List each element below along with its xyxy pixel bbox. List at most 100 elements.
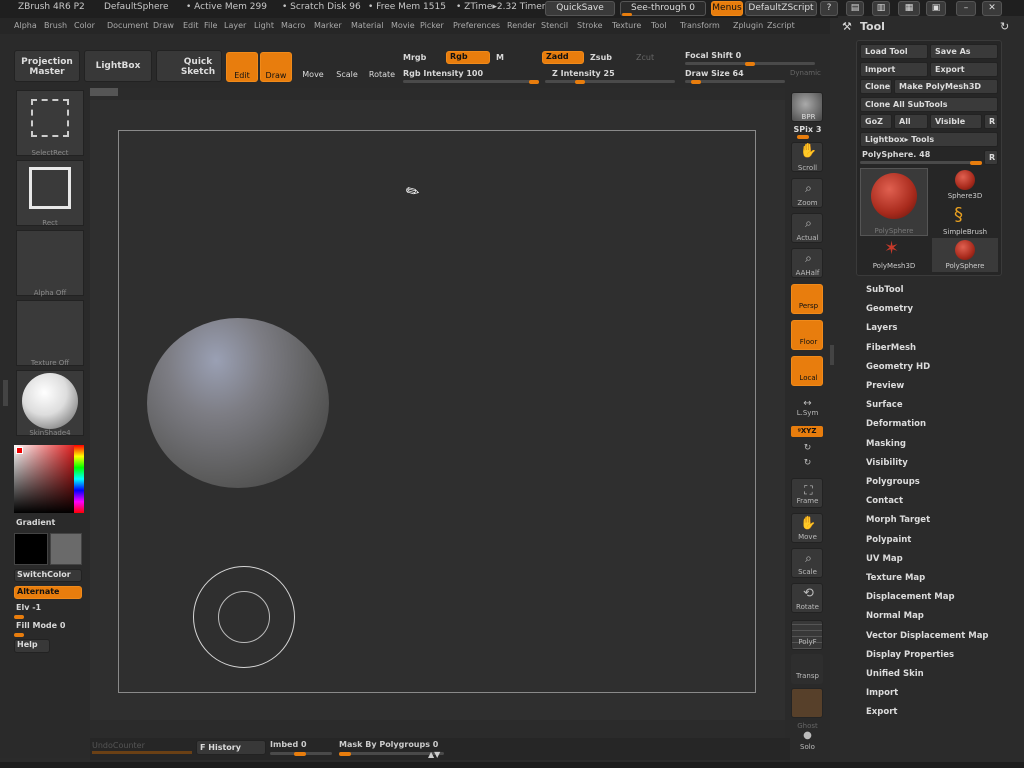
dynamic-button[interactable]: Dynamic [790, 69, 821, 77]
bpr-button[interactable]: BPR [791, 92, 823, 122]
focal-shift-knob[interactable] [745, 62, 755, 66]
menu-item-texture[interactable]: Texture [612, 21, 641, 30]
tool-section-vector-displacement-map[interactable]: Vector Displacement Map [866, 631, 989, 641]
menu-item-tool[interactable]: Tool [651, 21, 667, 30]
menu-item-picker[interactable]: Picker [420, 21, 444, 30]
mask-polygroups-label[interactable]: Mask By Polygroups 0 [339, 740, 438, 749]
fill-mode-knob[interactable] [14, 633, 24, 637]
tool-section-visibility[interactable]: Visibility [866, 458, 908, 468]
zadd-button[interactable]: Zadd [542, 51, 584, 64]
menu-item-zscript[interactable]: Zscript [767, 21, 795, 30]
mask-polygroups-knob[interactable] [339, 752, 351, 756]
close-icon[interactable]: ✕ [982, 1, 1002, 16]
tool-section-contact[interactable]: Contact [866, 496, 903, 506]
quicksave-button[interactable]: QuickSave [545, 1, 615, 16]
clone-button[interactable]: Clone [860, 79, 892, 94]
load-tool-button[interactable]: Load Tool [860, 44, 928, 59]
menu-item-brush[interactable]: Brush [44, 21, 67, 30]
color-picker[interactable] [14, 445, 84, 513]
lock-icon[interactable]: ▣ [926, 1, 946, 16]
select-rect-thumb[interactable] [16, 90, 84, 156]
menu-item-zplugin[interactable]: Zplugin [733, 21, 763, 30]
tool-section-masking[interactable]: Masking [866, 439, 906, 449]
draw-size-knob[interactable] [690, 80, 701, 84]
make-polymesh3d-button[interactable]: Make PolyMesh3D [894, 79, 998, 94]
tool-thumb-sphere3d[interactable]: Sphere3D [932, 168, 998, 202]
tool-thumb-polysphere-2[interactable]: PolySphere [932, 238, 998, 272]
undo-counter[interactable]: UndoCounter [92, 741, 145, 750]
move-mode-button[interactable]: Move [298, 52, 328, 82]
menu-item-file[interactable]: File [204, 21, 217, 30]
tool-section-geometry[interactable]: Geometry [866, 304, 913, 314]
goz-visible-button[interactable]: Visible [930, 114, 982, 129]
tool-section-unified-skin[interactable]: Unified Skin [866, 669, 924, 679]
menu-item-stencil[interactable]: Stencil [541, 21, 568, 30]
hue-strip[interactable] [74, 445, 84, 513]
gradient-label[interactable]: Gradient [16, 518, 55, 527]
zcut-button[interactable]: Zcut [636, 53, 654, 62]
menu-item-movie[interactable]: Movie [391, 21, 415, 30]
help-button[interactable]: Help [14, 639, 50, 653]
tool-section-layers[interactable]: Layers [866, 323, 897, 333]
tool-thumb-polysphere[interactable]: PolySphere [860, 168, 928, 236]
rect-thumb[interactable] [16, 160, 84, 226]
help-icon[interactable]: ? [820, 1, 838, 16]
rotate-z-icon[interactable]: ↻ [785, 458, 830, 468]
goz-button[interactable]: GoZ [860, 114, 892, 129]
menu-item-render[interactable]: Render [507, 21, 535, 30]
goz-r-button[interactable]: R [984, 114, 998, 129]
edit-button[interactable]: Edit [226, 52, 258, 82]
elv-label[interactable]: Elv -1 [16, 603, 41, 612]
tool-section-texture-map[interactable]: Texture Map [866, 573, 925, 583]
scale-mode-button[interactable]: Scale [332, 52, 362, 82]
ghost-button[interactable] [791, 688, 823, 718]
z-intensity-slider[interactable] [545, 80, 675, 83]
see-through-knob[interactable] [622, 13, 632, 16]
z-intensity-knob[interactable] [575, 80, 585, 84]
menu-item-edit[interactable]: Edit [183, 21, 199, 30]
tool-section-surface[interactable]: Surface [866, 400, 903, 410]
current-tool-knob[interactable] [970, 161, 982, 165]
rotate-y-icon[interactable]: ↻ [785, 443, 830, 453]
texture-thumb[interactable] [16, 300, 84, 366]
tool-section-preview[interactable]: Preview [866, 381, 904, 391]
minimize-icon[interactable]: – [956, 1, 976, 16]
export-button[interactable]: Export [930, 62, 998, 77]
tool-section-geometry-hd[interactable]: Geometry HD [866, 362, 930, 372]
draw-button[interactable]: Draw [260, 52, 292, 82]
mrgb-button[interactable]: Mrgb [403, 53, 426, 62]
menu-item-macro[interactable]: Macro [281, 21, 305, 30]
menu-item-transform[interactable]: Transform [680, 21, 720, 30]
lsym-button[interactable]: L.Sym [785, 409, 830, 417]
tool-section-import[interactable]: Import [866, 688, 898, 698]
shelf-grip[interactable] [90, 88, 118, 96]
sphere-mesh[interactable] [147, 318, 329, 488]
main-color-swatch[interactable] [14, 533, 48, 565]
xyz-button[interactable]: ᵍXYZ [791, 426, 823, 437]
elv-knob[interactable] [14, 615, 24, 619]
menu-item-material[interactable]: Material [351, 21, 384, 30]
menus-button[interactable]: Menus [711, 1, 743, 16]
secondary-color-swatch[interactable] [50, 533, 82, 565]
menu-item-stroke[interactable]: Stroke [577, 21, 603, 30]
local-button[interactable]: Local [791, 356, 823, 386]
current-tool-slider[interactable] [860, 161, 982, 164]
projection-master-button[interactable]: Projection Master [14, 50, 80, 82]
menu-item-alpha[interactable]: Alpha [14, 21, 37, 30]
tool-section-polygroups[interactable]: Polygroups [866, 477, 920, 487]
menu-item-preferences[interactable]: Preferences [453, 21, 500, 30]
alternate-button[interactable]: Alternate [14, 586, 82, 599]
rgb-intensity-slider[interactable] [403, 80, 539, 83]
rotate-mode-button[interactable]: Rotate [366, 52, 398, 82]
tool-section-polypaint[interactable]: Polypaint [866, 535, 911, 545]
collapse-tray-icon[interactable]: ▲▼ [428, 750, 440, 759]
palette-icon[interactable]: ▦ [898, 1, 920, 16]
lightbox-tools-button[interactable]: Lightbox▸ Tools [860, 132, 998, 147]
import-button[interactable]: Import [860, 62, 928, 77]
tool-section-fibermesh[interactable]: FiberMesh [866, 343, 916, 353]
tool-section-morph-target[interactable]: Morph Target [866, 515, 930, 525]
left-tray-handle[interactable] [3, 380, 8, 406]
menu-item-draw[interactable]: Draw [153, 21, 174, 30]
save-as-button[interactable]: Save As [930, 44, 998, 59]
tool-thumb-polymesh3d[interactable]: ✶ PolyMesh3D [860, 238, 928, 272]
